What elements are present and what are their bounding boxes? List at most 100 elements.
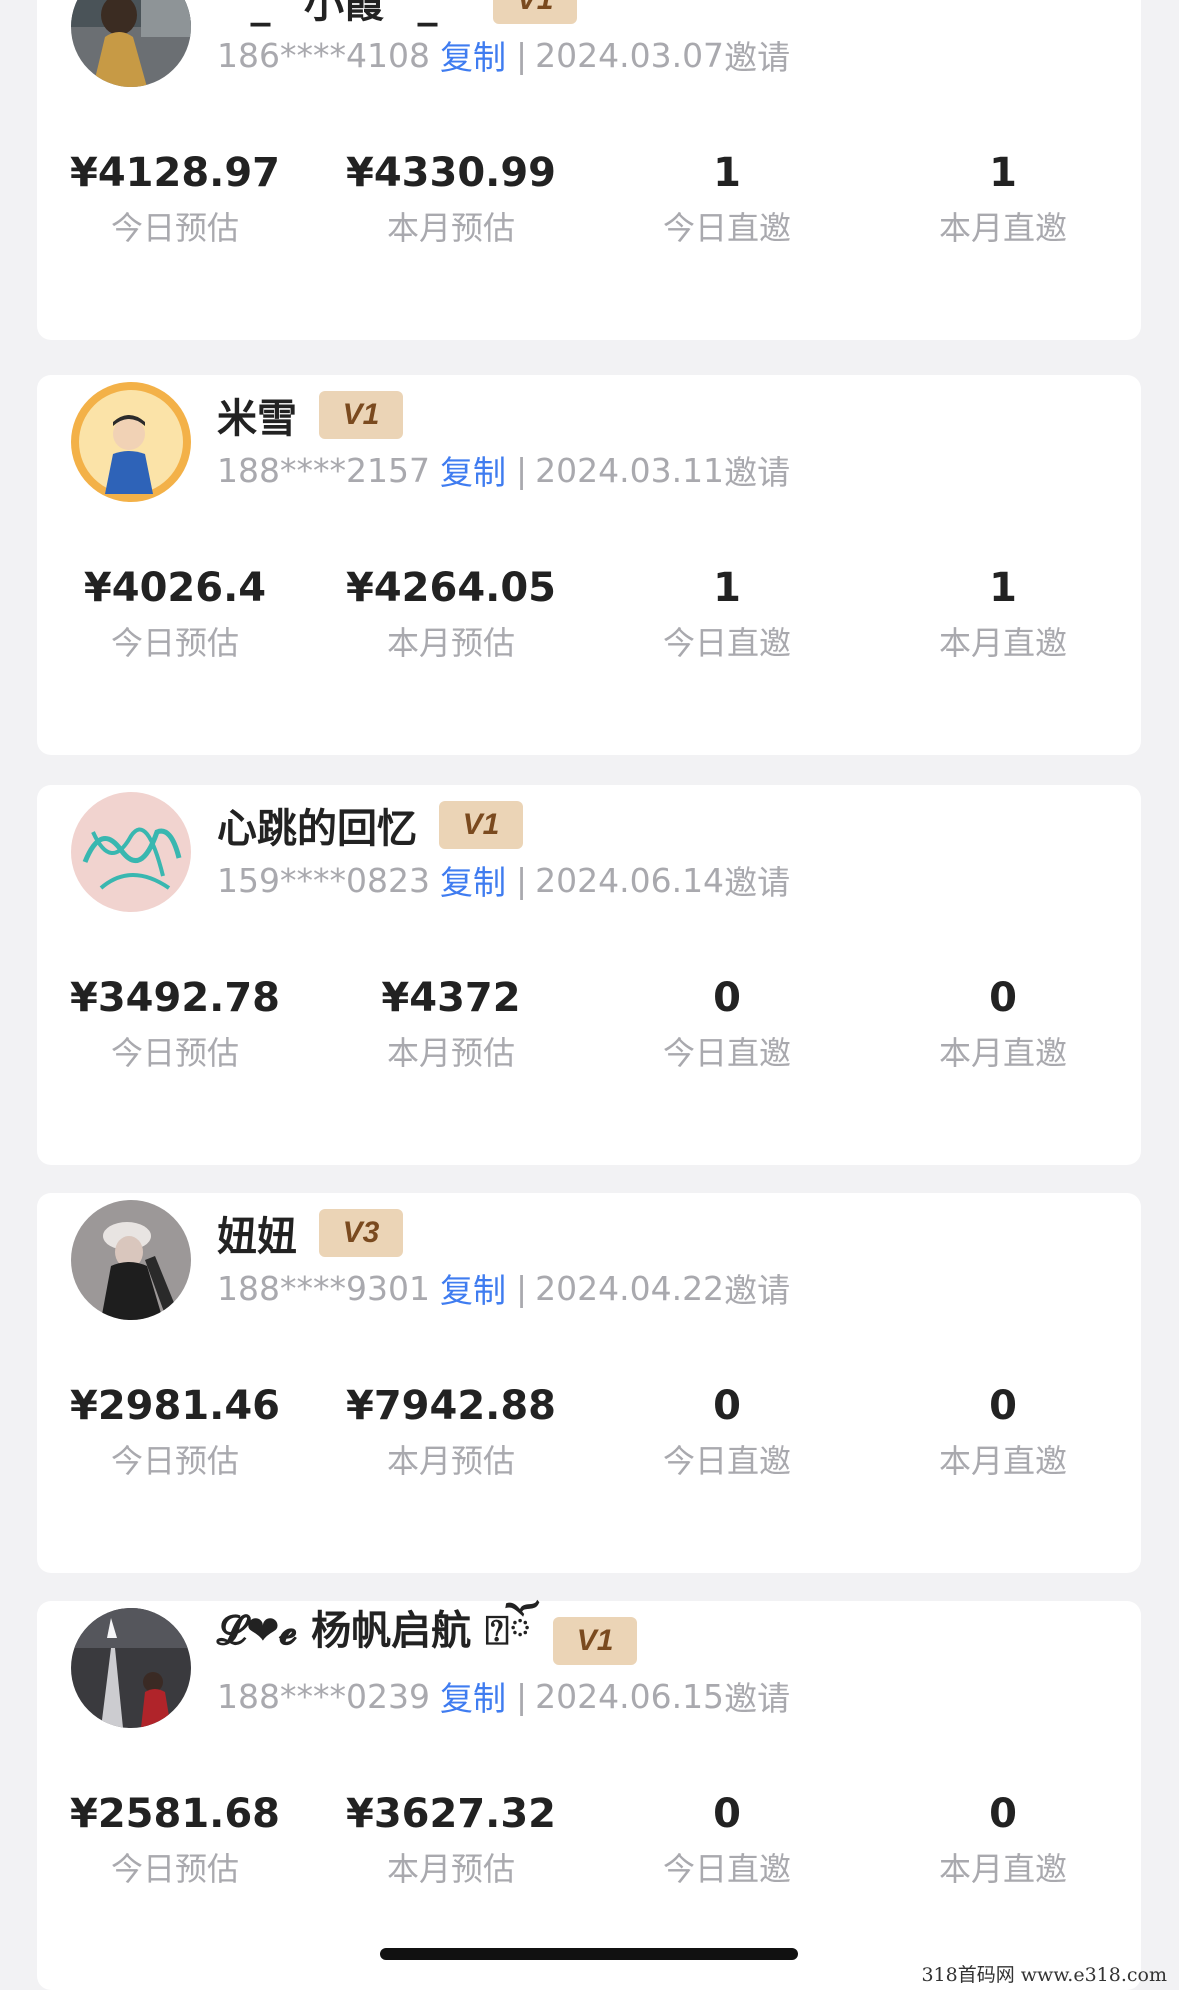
today-estimate: ¥4026.4 今日预估	[37, 560, 313, 664]
month-estimate-label: 本月预估	[386, 1034, 515, 1072]
member-info-row: 188****9301 复制 | 2024.04.22 邀请	[217, 1265, 790, 1311]
level-badge: V3	[319, 1209, 403, 1257]
copy-button[interactable]: 复制	[440, 1672, 506, 1720]
month-estimate-value: ¥4264.05	[345, 565, 557, 611]
copy-button[interactable]: 复制	[440, 31, 506, 79]
divider: |	[515, 450, 528, 490]
member-info-row: 188****0239 复制 | 2024.06.15 邀请	[217, 1673, 790, 1719]
today-invites-label: 今日直邀	[662, 1034, 791, 1072]
invite-suffix: 邀请	[724, 1271, 791, 1310]
month-estimate-label: 本月预估	[386, 1442, 515, 1480]
member-card[interactable]: 妞妞 V3 188****9301 复制 | 2024.04.22 邀请 ¥29…	[37, 1193, 1141, 1573]
month-estimate-value: ¥4330.99	[345, 150, 557, 196]
today-estimate-label: 今日预估	[110, 1034, 239, 1072]
invite-date: 2024.04.22	[535, 1268, 725, 1308]
phone-number: 188****2157	[217, 450, 430, 490]
copy-button[interactable]: 复制	[440, 1264, 506, 1312]
today-estimate-value: ¥4026.4	[83, 565, 267, 611]
invite-date: 2024.03.11	[535, 450, 725, 490]
level-badge: V1	[493, 0, 578, 24]
member-card[interactable]: 𝓛❤𝓮 杨帆启航 ⍰ོ V1 188****0239 复制 | 2024.06.…	[37, 1601, 1141, 1990]
month-invites: 0 本月直邀	[865, 970, 1141, 1074]
stats-row: ¥4128.97 今日预估 ¥4330.99 本月预估 1 今日直邀 1 本月直邀	[37, 145, 1141, 265]
today-estimate: ¥2581.68 今日预估	[37, 1786, 313, 1890]
divider: |	[515, 1268, 528, 1308]
avatar[interactable]	[71, 0, 191, 87]
month-invites: 0 本月直邀	[865, 1786, 1141, 1890]
name-row: 𝓛❤𝓮 杨帆启航 ⍰ོ V1	[217, 1608, 638, 1671]
today-estimate: ¥3492.78 今日预估	[37, 970, 313, 1074]
today-invites-value: 0	[713, 1791, 741, 1837]
month-estimate-label: 本月预估	[386, 1850, 515, 1888]
stats-row: ¥4026.4 今日预估 ¥4264.05 本月预估 1 今日直邀 1 本月直邀	[37, 560, 1141, 680]
level-badge: V1	[319, 391, 403, 439]
watermark: 318首码网 www.e318.com	[921, 1964, 1167, 1986]
invite-suffix: 邀请	[724, 1679, 791, 1718]
avatar[interactable]	[71, 792, 191, 912]
month-invites-value: 1	[989, 565, 1017, 611]
month-estimate: ¥4330.99 本月预估	[313, 145, 589, 249]
member-name: ^_^小霞^_^	[217, 0, 472, 27]
month-invites: 1 本月直邀	[865, 145, 1141, 249]
phone-number: 188****0239	[217, 1676, 430, 1716]
today-estimate-label: 今日预估	[110, 209, 239, 247]
today-estimate-value: ¥4128.97	[69, 150, 281, 196]
month-estimate-label: 本月预估	[386, 209, 515, 247]
member-card[interactable]: 心跳的回忆 V1 159****0823 复制 | 2024.06.14 邀请 …	[37, 785, 1141, 1165]
name-row: 米雪 V1	[217, 385, 403, 445]
today-invites-label: 今日直邀	[662, 1442, 791, 1480]
member-card[interactable]: 米雪 V1 188****2157 复制 | 2024.03.11 邀请 ¥40…	[37, 375, 1141, 755]
phone-number: 186****4108	[217, 35, 430, 75]
avatar[interactable]	[71, 1608, 191, 1728]
month-invites: 1 本月直邀	[865, 560, 1141, 664]
stats-row: ¥3492.78 今日预估 ¥4372 本月预估 0 今日直邀 0 本月直邀	[37, 970, 1141, 1090]
today-invites-label: 今日直邀	[662, 1850, 791, 1888]
today-invites-value: 1	[713, 565, 741, 611]
month-invites-label: 本月直邀	[938, 1850, 1067, 1888]
divider: |	[515, 35, 528, 75]
home-indicator[interactable]	[380, 1948, 798, 1960]
member-info-row: 186****4108 复制 | 2024.03.07 邀请	[217, 32, 790, 78]
divider: |	[515, 1676, 528, 1716]
month-invites: 0 本月直邀	[865, 1378, 1141, 1482]
month-estimate-value: ¥4372	[381, 975, 521, 1021]
invite-suffix: 邀请	[724, 38, 791, 77]
invite-suffix: 邀请	[724, 453, 791, 492]
today-estimate-value: ¥2981.46	[69, 1383, 281, 1429]
today-estimate-value: ¥2581.68	[69, 1791, 281, 1837]
phone-number: 159****0823	[217, 860, 430, 900]
stats-row: ¥2581.68 今日预估 ¥3627.32 本月预估 0 今日直邀 0 本月直邀	[37, 1786, 1141, 1906]
month-invites-value: 0	[989, 975, 1017, 1021]
member-info-row: 188****2157 复制 | 2024.03.11 邀请	[217, 447, 790, 493]
member-name: 妞妞	[217, 1214, 297, 1260]
copy-button[interactable]: 复制	[440, 446, 506, 494]
invite-date: 2024.06.15	[535, 1676, 725, 1716]
today-estimate-value: ¥3492.78	[69, 975, 281, 1021]
avatar[interactable]	[71, 382, 191, 502]
member-name: 米雪	[217, 396, 297, 442]
member-card[interactable]: ^_^小霞^_^ V1 186****4108 复制 | 2024.03.07 …	[37, 0, 1141, 340]
stats-row: ¥2981.46 今日预估 ¥7942.88 本月预估 0 今日直邀 0 本月直邀	[37, 1378, 1141, 1498]
today-invites: 0 今日直邀	[589, 1786, 865, 1890]
month-estimate-value: ¥3627.32	[345, 1791, 557, 1837]
month-invites-label: 本月直邀	[938, 209, 1067, 247]
today-estimate-label: 今日预估	[110, 1850, 239, 1888]
avatar[interactable]	[71, 1200, 191, 1320]
month-estimate-value: ¥7942.88	[345, 1383, 557, 1429]
today-invites-value: 0	[713, 975, 741, 1021]
divider: |	[515, 860, 528, 900]
month-estimate: ¥3627.32 本月预估	[313, 1786, 589, 1890]
phone-number: 188****9301	[217, 1268, 430, 1308]
month-invites-label: 本月直邀	[938, 1034, 1067, 1072]
name-row: ^_^小霞^_^ V1	[217, 0, 578, 30]
month-invites-label: 本月直邀	[938, 624, 1067, 662]
today-invites-label: 今日直邀	[662, 624, 791, 662]
today-estimate-label: 今日预估	[110, 624, 239, 662]
month-estimate-label: 本月预估	[386, 624, 515, 662]
level-badge: V1	[439, 801, 523, 849]
copy-button[interactable]: 复制	[440, 856, 506, 904]
name-row: 心跳的回忆 V1	[217, 795, 523, 855]
today-invites: 0 今日直邀	[589, 970, 865, 1074]
month-estimate: ¥7942.88 本月预估	[313, 1378, 589, 1482]
name-row: 妞妞 V3	[217, 1203, 403, 1263]
